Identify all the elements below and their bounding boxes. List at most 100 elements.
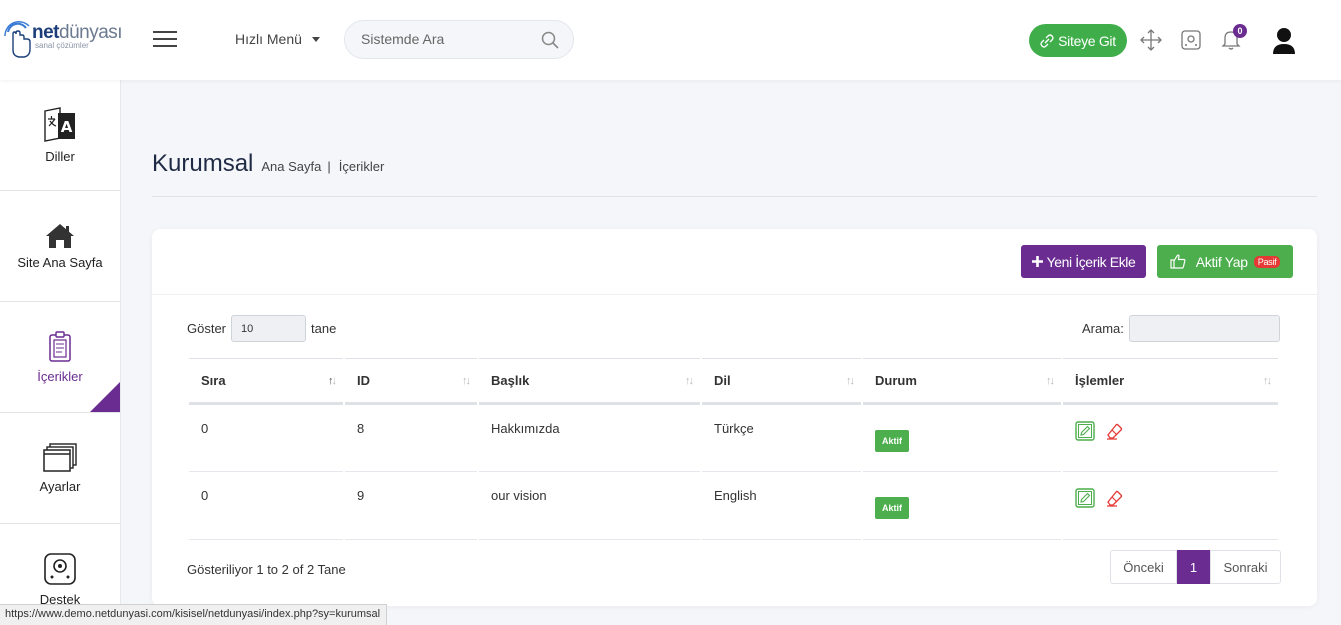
logo-net: net [32, 22, 60, 43]
column-header-islemler[interactable]: İşlemler ↑↓ [1063, 358, 1278, 404]
sidebar-item-label: Ayarlar [39, 478, 81, 494]
card-toolbar: Yeni İçerik Ekle Aktif Yap Pasif [152, 229, 1317, 295]
global-search [344, 20, 574, 59]
support-widget-icon[interactable] [1180, 29, 1202, 51]
hamburger-line [153, 38, 177, 40]
cell-actions [1063, 404, 1278, 472]
support-icon [44, 553, 76, 585]
add-content-label: Yeni İçerik Ekle [1046, 253, 1136, 270]
pasif-badge: Pasif [1253, 255, 1281, 268]
eraser-icon[interactable] [1105, 421, 1125, 441]
active-indicator [90, 382, 120, 412]
sort-icon: ↑↓ [1263, 375, 1272, 387]
eraser-icon[interactable] [1105, 488, 1125, 508]
logo[interactable]: netdünyası sanal çözümler [2, 18, 123, 62]
add-content-button[interactable]: Yeni İçerik Ekle [1021, 245, 1146, 278]
fullscreen-icon[interactable] [1140, 29, 1162, 51]
page-length-control: Göster tane [187, 315, 336, 342]
notification-count-badge: 0 [1233, 24, 1247, 38]
global-search-input[interactable] [361, 31, 531, 47]
column-header-baslik[interactable]: Başlık ↑↓ [479, 358, 700, 404]
menu-toggle-button[interactable] [153, 31, 177, 49]
table-search: Arama: [1082, 315, 1280, 342]
sidebar-item-label: Site Ana Sayfa [17, 254, 103, 270]
search-icon[interactable] [541, 31, 559, 49]
cell-baslik: Hakkımızda [479, 404, 700, 472]
svg-text:A: A [61, 118, 73, 136]
column-header-sira[interactable]: Sıra ↑↓ [189, 358, 343, 404]
cell-dil: English [702, 472, 861, 540]
show-suffix: tane [311, 321, 337, 336]
breadcrumb-separator: | [327, 159, 331, 174]
user-avatar-icon[interactable] [1271, 26, 1297, 54]
page-length-select[interactable] [231, 315, 307, 342]
activate-label: Aktif Yap [1195, 253, 1248, 270]
cell-sira: 0 [189, 404, 343, 472]
thumbs-up-icon [1170, 254, 1186, 269]
content-card: Yeni İçerik Ekle Aktif Yap Pasif Göster … [152, 229, 1317, 606]
pagination: Önceki 1 Sonraki [1110, 550, 1281, 584]
plus-icon [1031, 256, 1043, 267]
breadcrumb-current: İçerikler [338, 159, 385, 174]
status-badge[interactable]: Aktif [875, 497, 909, 519]
sort-icon: ↑↓ [462, 375, 471, 387]
row-actions [1075, 488, 1278, 508]
link-icon [1040, 33, 1054, 48]
page-title: Kurumsal [152, 150, 254, 177]
status-bar-url: https://www.demo.netdunyasi.com/kisisel/… [0, 604, 388, 625]
table-row: 0 9 our vision English Aktif [189, 472, 1278, 540]
sort-icon: ↑↓ [685, 375, 694, 387]
table-header-row: Sıra ↑↓ ID ↑↓ Başlık ↑↓ Dil ↑↓ Durum ↑↓ İşlem… [189, 358, 1278, 404]
visit-site-button[interactable]: Siteye Git [1029, 24, 1127, 57]
sidebar: A Diller Site Ana Sayfa İçerikler Ayarla… [0, 80, 121, 625]
page-header: Kurumsal Ana Sayfa | İçerikler [152, 150, 384, 178]
column-label: Dil [714, 373, 731, 388]
quick-menu-label: Hızlı Menü [235, 31, 302, 47]
sidebar-item-site-ana-sayfa[interactable]: Site Ana Sayfa [0, 191, 120, 302]
sidebar-item-label: Diller [45, 148, 75, 164]
windows-icon [43, 442, 77, 472]
activate-button[interactable]: Aktif Yap Pasif [1157, 245, 1293, 278]
sidebar-item-ayarlar[interactable]: Ayarlar [0, 413, 120, 524]
quick-menu-dropdown[interactable]: Hızlı Menü [235, 31, 320, 47]
language-icon: A [44, 106, 75, 142]
column-label: Durum [875, 373, 917, 388]
column-label: ID [357, 373, 370, 388]
page-1-button[interactable]: 1 [1177, 550, 1210, 584]
sidebar-item-icerikler[interactable]: İçerikler [0, 302, 120, 413]
logo-dunyasi: dünyası [59, 22, 123, 43]
status-badge[interactable]: Aktif [875, 430, 909, 452]
cell-id: 9 [345, 472, 477, 540]
hamburger-line [153, 31, 177, 33]
home-icon [46, 223, 74, 248]
edit-icon[interactable] [1075, 421, 1095, 441]
cell-durum: Aktif [863, 472, 1061, 540]
visit-site-label: Siteye Git [1058, 32, 1116, 49]
divider [152, 196, 1317, 197]
edit-icon[interactable] [1075, 488, 1095, 508]
sidebar-item-diller[interactable]: A Diller [0, 80, 120, 191]
column-label: Sıra [201, 373, 226, 388]
cell-dil: Türkçe [702, 404, 861, 472]
cell-baslik: our vision [479, 472, 700, 540]
column-header-durum[interactable]: Durum ↑↓ [863, 358, 1061, 404]
row-actions [1075, 421, 1278, 441]
table-search-input[interactable] [1128, 315, 1280, 342]
column-label: Başlık [491, 373, 530, 388]
cell-sira: 0 [189, 472, 343, 540]
next-page-button[interactable]: Sonraki [1210, 550, 1281, 584]
column-header-dil[interactable]: Dil ↑↓ [702, 358, 861, 404]
logo-hand-icon [4, 21, 31, 58]
sort-icon: ↑↓ [328, 375, 337, 387]
column-header-id[interactable]: ID ↑↓ [345, 358, 477, 404]
top-bar: netdünyası sanal çözümler Hızlı Menü Sit… [0, 0, 1341, 80]
sort-icon: ↑↓ [846, 375, 855, 387]
cell-actions [1063, 472, 1278, 540]
clipboard-icon [49, 330, 71, 362]
cell-durum: Aktif [863, 404, 1061, 472]
breadcrumb-home[interactable]: Ana Sayfa [261, 159, 321, 174]
sidebar-item-label: İçerikler [37, 368, 83, 384]
previous-page-button[interactable]: Önceki [1110, 550, 1177, 584]
content-table: Sıra ↑↓ ID ↑↓ Başlık ↑↓ Dil ↑↓ Durum ↑↓ İşlem… [187, 358, 1280, 540]
hamburger-line [153, 45, 177, 47]
